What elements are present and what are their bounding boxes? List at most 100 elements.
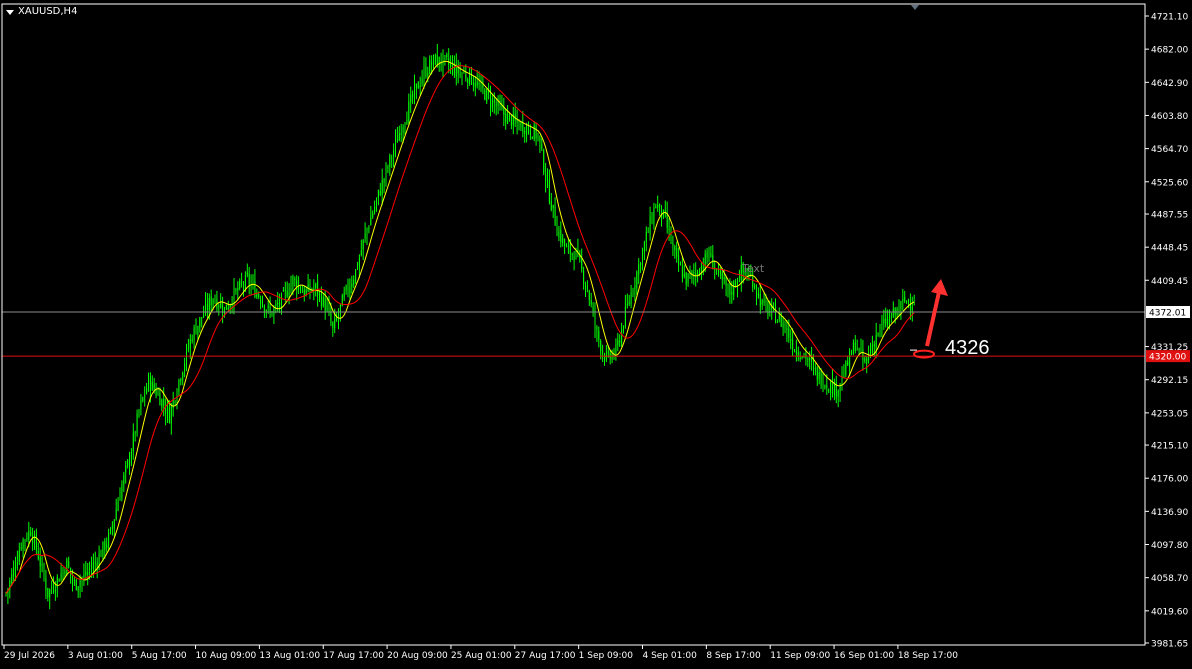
candle-body xyxy=(370,217,372,226)
candle-body xyxy=(376,198,377,205)
annotation-label: Text xyxy=(742,262,765,275)
candle-body xyxy=(446,54,448,58)
candle-body xyxy=(142,397,144,401)
x-tick-label: 18 Sep 17:00 xyxy=(898,651,958,661)
candle-body xyxy=(431,62,433,65)
candle-body xyxy=(556,226,558,237)
candle-body xyxy=(53,587,54,591)
candle-body xyxy=(803,354,805,356)
candle-body xyxy=(395,138,396,149)
candle-body xyxy=(731,292,733,295)
price-chart[interactable]: 4372.01 4320.00 4721.10 4682.00 4642.90 4603… xyxy=(0,0,1192,665)
candle-body xyxy=(588,291,590,301)
candle-body xyxy=(784,324,786,329)
candle-body xyxy=(904,296,906,302)
candle-body xyxy=(24,539,26,541)
candle-body xyxy=(617,340,619,346)
candle-body xyxy=(319,292,320,294)
x-tick-label: 1 Sep 09:00 xyxy=(579,651,634,661)
candle-body xyxy=(505,113,507,123)
candle-body xyxy=(537,134,539,138)
candle-body xyxy=(151,381,153,391)
candle-body xyxy=(585,284,586,287)
candle-body xyxy=(187,348,189,350)
candle-body xyxy=(419,85,421,88)
y-tick-label: 4487.55 xyxy=(1151,211,1188,221)
candle-body xyxy=(539,136,541,143)
symbol-menu-icon[interactable] xyxy=(6,10,14,15)
candle-body xyxy=(860,346,862,349)
chart-window[interactable]: 4372.01 4320.00 4721.10 4682.00 4642.90 4603… xyxy=(0,0,1192,665)
candle-body xyxy=(681,267,683,279)
candle-body xyxy=(16,562,18,569)
candle-body xyxy=(856,349,858,351)
candle-body xyxy=(600,340,602,352)
candles-layer xyxy=(5,43,915,610)
candle-body xyxy=(484,90,486,100)
candle-body xyxy=(719,270,721,274)
y-tick-label: 4409.45 xyxy=(1151,277,1188,287)
annotation-text: 4326 xyxy=(945,337,990,359)
candle-body xyxy=(170,406,172,424)
candle-body xyxy=(28,530,30,540)
candle-body xyxy=(381,180,383,195)
candle-body xyxy=(573,256,575,261)
candle-body xyxy=(389,155,391,167)
candle-body xyxy=(906,300,908,303)
candle-body xyxy=(862,349,864,360)
candle-body xyxy=(469,69,471,85)
candle-body xyxy=(203,314,205,318)
candle-body xyxy=(130,451,132,465)
y-tick-label: 4721.10 xyxy=(1151,13,1188,23)
candle-body xyxy=(467,79,469,83)
candle-body xyxy=(554,206,556,226)
candle-body xyxy=(123,474,125,485)
candle-body xyxy=(528,123,529,132)
candle-body xyxy=(474,83,476,88)
candle-body xyxy=(567,245,569,247)
y-tick-label: 4331.25 xyxy=(1151,343,1188,353)
candle-body xyxy=(132,432,134,452)
x-tick-label: 16 Sep 01:00 xyxy=(834,651,894,661)
candle-body xyxy=(547,179,548,181)
candle-body xyxy=(199,317,201,327)
candle-body xyxy=(301,291,303,293)
candle-body xyxy=(693,272,695,274)
candle-body xyxy=(146,388,148,394)
candle-body xyxy=(334,318,336,329)
candle-body xyxy=(476,81,478,86)
candle-body xyxy=(894,308,896,315)
candle-body xyxy=(822,384,824,388)
candle-body xyxy=(877,333,879,335)
candle-body xyxy=(459,72,461,76)
candle-body xyxy=(725,277,727,286)
candle-body xyxy=(687,273,689,284)
candle-body xyxy=(433,55,434,64)
candle-body xyxy=(604,354,605,361)
y-tick-label: 4525.60 xyxy=(1151,178,1188,188)
candle-body xyxy=(871,344,873,353)
candle-body xyxy=(372,213,374,218)
candle-body xyxy=(343,292,345,298)
candle-body xyxy=(697,271,699,276)
candle-body xyxy=(883,318,885,324)
candle-body xyxy=(96,562,98,567)
candle-body xyxy=(486,89,488,102)
candle-body xyxy=(795,349,797,354)
candle-body xyxy=(281,293,282,308)
candle-body xyxy=(843,375,845,377)
candle-body xyxy=(102,541,104,557)
candle-body xyxy=(495,104,497,107)
candle-body xyxy=(529,129,531,136)
candle-body xyxy=(11,574,13,584)
candle-body xyxy=(49,589,51,598)
x-tick-label: 29 Jul 2026 xyxy=(4,651,55,661)
candle-body xyxy=(374,206,376,213)
candle-body xyxy=(885,318,887,325)
candle-body xyxy=(125,465,127,473)
candle-body xyxy=(866,358,868,364)
candle-body xyxy=(408,101,410,123)
candle-body xyxy=(569,243,571,254)
candle-body xyxy=(113,519,115,529)
candle-body xyxy=(13,567,15,576)
